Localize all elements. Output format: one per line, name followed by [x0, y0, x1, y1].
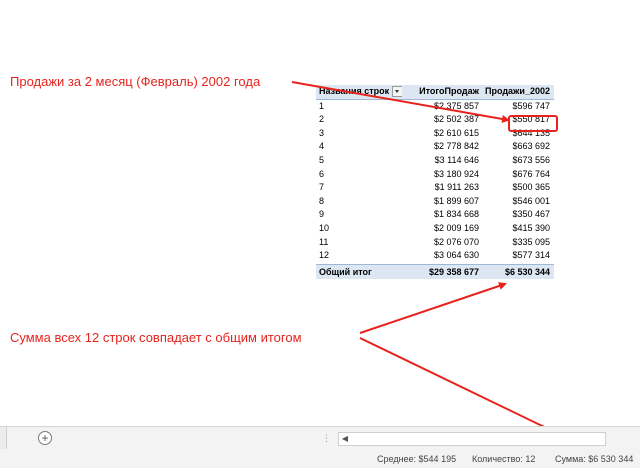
- row-label: 1: [319, 100, 325, 111]
- sales-2002-cell: $335 095: [512, 236, 550, 247]
- total-sales-header: ИтогоПродаж: [419, 86, 479, 96]
- pivot-header-row: Названия строк ИтогоПродаж Продажи_2002: [316, 85, 554, 100]
- total-sales-cell: $2 502 387: [433, 114, 479, 125]
- row-label: 2: [319, 114, 325, 125]
- total-sales-cell: $2 375 857: [433, 100, 479, 111]
- sales-2002-cell: $663 692: [512, 141, 550, 152]
- total-sales-cell: $2 778 842: [433, 141, 479, 152]
- total-sales-cell: $1 834 668: [433, 209, 479, 220]
- table-row[interactable]: 7 $1 911 263 $500 365: [316, 181, 554, 195]
- row-label: 7: [319, 182, 325, 193]
- filter-dropdown-icon[interactable]: [392, 86, 402, 98]
- scroll-left-arrow-icon[interactable]: ◀: [340, 434, 350, 444]
- sales-2002-cell: $596 747: [512, 100, 550, 111]
- table-row[interactable]: 1 $2 375 857 $596 747: [316, 100, 554, 114]
- row-labels-header: Названия строк: [316, 85, 402, 99]
- highlight-february-cell: [508, 115, 558, 132]
- table-row[interactable]: 9 $1 834 668 $350 467: [316, 208, 554, 222]
- sales-2002-cell: $673 556: [512, 154, 550, 165]
- total-sales-cell: $3 180 924: [433, 168, 479, 179]
- grand-total-sales-2002: $6 530 344: [504, 266, 550, 277]
- table-row[interactable]: 4 $2 778 842 $663 692: [316, 140, 554, 154]
- row-label: 4: [319, 141, 325, 152]
- status-average: Среднее: $544 195: [377, 454, 457, 464]
- row-labels-header-text: Названия строк: [319, 86, 390, 96]
- status-sum: Сумма: $6 530 344: [555, 454, 634, 464]
- horizontal-scrollbar[interactable]: ◀: [338, 432, 606, 446]
- sales-2002-cell: $350 467: [512, 209, 550, 220]
- table-row[interactable]: 10 $2 009 169 $415 390: [316, 222, 554, 236]
- sales-2002-header: Продажи_2002: [484, 86, 550, 96]
- add-sheet-icon[interactable]: +: [38, 431, 52, 445]
- sales-2002-cell: $676 764: [512, 168, 550, 179]
- row-label: 12: [319, 250, 330, 261]
- row-label: 10: [319, 222, 330, 233]
- total-sales-cell: $2 610 615: [433, 127, 479, 138]
- table-row[interactable]: 11 $2 076 070 $335 095: [316, 236, 554, 250]
- arrow-to-grand-total: [359, 282, 507, 334]
- row-label: 9: [319, 209, 325, 220]
- sales-2002-cell: $415 390: [512, 222, 550, 233]
- total-sales-cell: $2 009 169: [433, 222, 479, 233]
- row-label: 11: [319, 236, 329, 247]
- sales-2002-cell: $546 001: [512, 195, 550, 206]
- row-label: 8: [319, 195, 325, 206]
- row-label: 6: [319, 168, 325, 179]
- tab-split-handle-icon[interactable]: ⋮: [322, 433, 331, 443]
- table-row[interactable]: 6 $3 180 924 $676 764: [316, 168, 554, 182]
- grand-total-row[interactable]: Общий итог $29 358 677 $6 530 344: [316, 263, 554, 279]
- annotation-sum-matches-total: Сумма всех 12 строк совпадает с общим ит…: [10, 330, 302, 345]
- grand-total-label: Общий итог: [319, 266, 372, 277]
- sales-2002-cell: $577 314: [512, 250, 550, 261]
- table-row[interactable]: 8 $1 899 607 $546 001: [316, 195, 554, 209]
- grand-total-value: $29 358 677: [428, 266, 479, 277]
- table-row[interactable]: 12 $3 064 630 $577 314: [316, 249, 554, 263]
- sheet-tab-bar: + ⋮ ◀: [0, 426, 640, 449]
- row-label: 3: [319, 127, 325, 138]
- total-sales-cell: $3 114 646: [434, 154, 479, 165]
- annotation-february-sales: Продажи за 2 месяц (Февраль) 2002 года: [10, 74, 261, 89]
- sheet-nav-handle[interactable]: [0, 427, 7, 449]
- row-label: 5: [319, 154, 325, 165]
- sales-2002-cell: $500 365: [512, 182, 550, 193]
- status-bar: Среднее: $544 195 Количество: 12 Сумма: …: [0, 449, 640, 468]
- status-count: Количество: 12: [472, 454, 536, 464]
- table-row[interactable]: 5 $3 114 646 $673 556: [316, 154, 554, 168]
- total-sales-cell: $1 911 263: [434, 182, 479, 193]
- total-sales-cell: $2 076 070: [433, 236, 479, 247]
- total-sales-cell: $1 899 607: [433, 195, 479, 206]
- total-sales-cell: $3 064 630: [433, 250, 479, 261]
